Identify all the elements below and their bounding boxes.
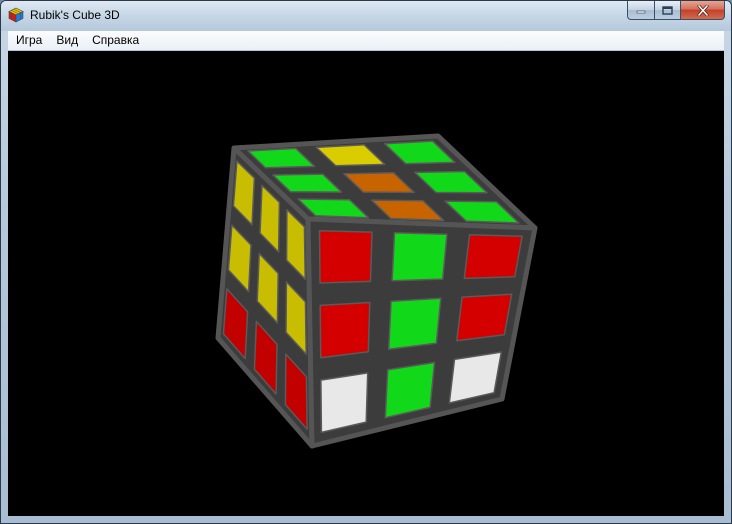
front-face-sticker-0-0-red: [318, 229, 373, 284]
menu-game[interactable]: Игра: [8, 31, 49, 50]
front-face-sticker-2-0-white: [320, 372, 369, 434]
front-face-sticker-1-2-red: [456, 293, 513, 342]
minimize-button[interactable]: [627, 1, 654, 20]
minimize-icon: [636, 10, 646, 14]
front-face-sticker-0-1-green: [391, 231, 448, 282]
window-title: Rubik's Cube 3D: [30, 8, 120, 22]
front-face-sticker-0-2-red: [463, 234, 523, 280]
close-icon: [697, 4, 708, 16]
close-button[interactable]: [680, 1, 725, 20]
rubiks-cube-render[interactable]: [8, 51, 724, 516]
title-bar[interactable]: Rubik's Cube 3D: [1, 1, 731, 31]
menu-bar: Игра Вид Справка: [8, 31, 724, 51]
menu-help[interactable]: Справка: [85, 31, 146, 50]
rubiks-cube-icon: [8, 7, 24, 23]
menu-view[interactable]: Вид: [49, 31, 85, 50]
window-controls: [627, 1, 725, 21]
front-face-sticker-1-0-red: [319, 301, 371, 359]
front-face-sticker-1-1-green: [387, 297, 442, 350]
app-window: Rubik's Cube 3D Игра Вид Справка: [0, 0, 732, 524]
maximize-icon: [662, 5, 673, 15]
render-viewport[interactable]: [8, 51, 724, 516]
maximize-button[interactable]: [654, 1, 680, 20]
